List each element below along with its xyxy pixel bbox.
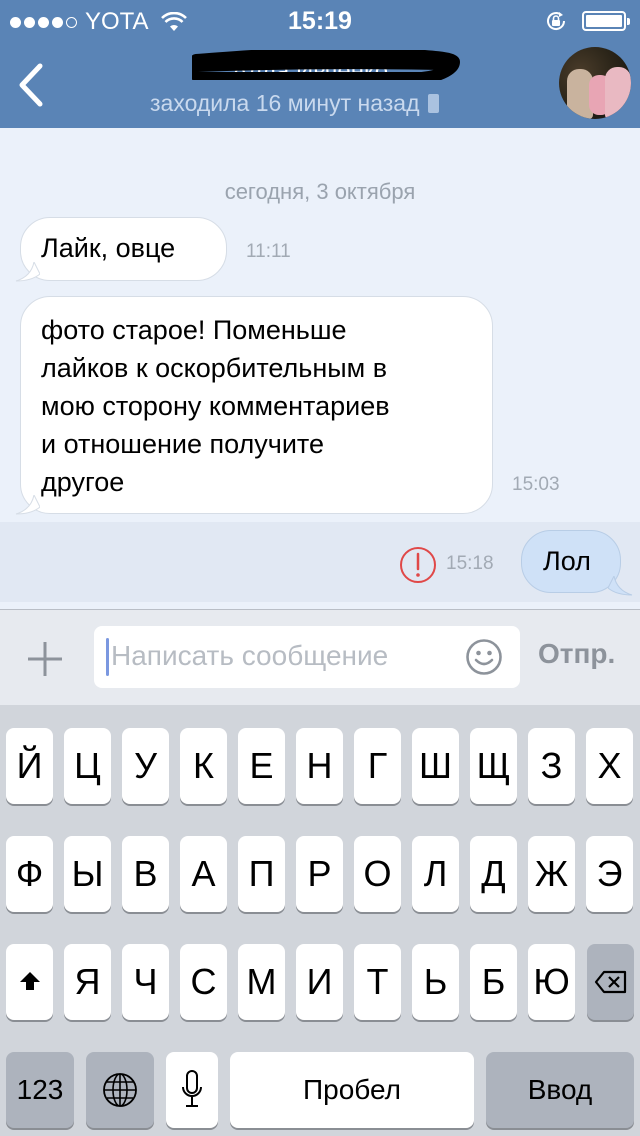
key-в[interactable]: В xyxy=(122,836,169,912)
key-ч[interactable]: Ч xyxy=(122,944,169,1020)
key-и[interactable]: И xyxy=(296,944,343,1020)
key-л[interactable]: Л xyxy=(412,836,459,912)
bubble-tail xyxy=(15,495,40,515)
message-text-line: лайков к оскорбительным в xyxy=(41,353,388,383)
message-input-placeholder: Написать сообщение xyxy=(111,640,389,671)
mobile-device-icon xyxy=(427,94,439,113)
back-button[interactable] xyxy=(12,60,52,110)
text-cursor xyxy=(106,638,109,676)
shift-key[interactable] xyxy=(6,944,53,1020)
microphone-icon xyxy=(182,1070,202,1107)
message-list[interactable]: сегодня, 3 октября Лайк, овце 11:11 фото… xyxy=(0,128,640,609)
key-з[interactable]: З xyxy=(528,728,575,804)
key-х[interactable]: Х xyxy=(586,728,633,804)
attach-plus-icon[interactable] xyxy=(26,640,64,678)
send-error-icon[interactable] xyxy=(399,546,437,584)
key-ш[interactable]: Ш xyxy=(412,728,459,804)
message-text: Лол xyxy=(543,546,591,576)
key-р[interactable]: Р xyxy=(296,836,343,912)
message-time: 15:18 xyxy=(446,553,494,574)
bubble-tail xyxy=(15,262,40,282)
redaction-scribble xyxy=(192,50,460,80)
message-time: 11:11 xyxy=(246,241,291,262)
key-ю[interactable]: Ю xyxy=(528,944,575,1020)
key-г[interactable]: Г xyxy=(354,728,401,804)
dictation-key[interactable] xyxy=(166,1052,218,1128)
message-input[interactable]: Написать сообщение xyxy=(94,626,520,688)
emoji-icon[interactable] xyxy=(465,638,503,676)
incoming-message-bubble[interactable]: фото старое! Поменьше лайков к оскорбите… xyxy=(20,296,493,514)
date-separator: сегодня, 3 октября xyxy=(224,179,416,204)
key-е[interactable]: Е xyxy=(238,728,285,804)
key-ц[interactable]: Ц xyxy=(64,728,111,804)
key-м[interactable]: М xyxy=(238,944,285,1020)
incoming-message-bubble[interactable]: Лайк, овце xyxy=(20,217,227,281)
numbers-key[interactable]: 123 xyxy=(6,1052,74,1128)
message-text-line: другое xyxy=(41,467,125,497)
key-н[interactable]: Н xyxy=(296,728,343,804)
key-о[interactable]: О xyxy=(354,836,401,912)
battery-icon xyxy=(582,11,630,31)
key-с[interactable]: С xyxy=(180,944,227,1020)
keyboard: ЙЦУКЕНГШЩЗХ ФЫВАПРОЛДЖЭ ЯЧСМИТЬБЮ 123 Пр… xyxy=(0,705,640,1136)
key-а[interactable]: А xyxy=(180,836,227,912)
backspace-icon xyxy=(594,970,626,994)
key-б[interactable]: Б xyxy=(470,944,517,1020)
key-й[interactable]: Й xyxy=(6,728,53,804)
message-composer: Написать сообщение Отпр. xyxy=(0,609,640,705)
chat-header: YOTA 15:19 Алла Ивченко заходила 16 мину… xyxy=(0,0,640,128)
last-seen-text: заходила 16 минут назад xyxy=(150,90,420,116)
space-key[interactable]: Пробел xyxy=(230,1052,474,1128)
send-button[interactable]: Отпр. xyxy=(538,638,615,670)
key-у[interactable]: У xyxy=(122,728,169,804)
key-щ[interactable]: Щ xyxy=(470,728,517,804)
key-э[interactable]: Э xyxy=(586,836,633,912)
key-я[interactable]: Я xyxy=(64,944,111,1020)
message-text-line: и отношение получите xyxy=(41,429,325,459)
key-п[interactable]: П xyxy=(238,836,285,912)
key-ф[interactable]: Ф xyxy=(6,836,53,912)
rotation-lock-icon xyxy=(547,12,566,30)
key-ы[interactable]: Ы xyxy=(64,836,111,912)
message-text: Лайк, овце xyxy=(41,233,176,263)
outgoing-message-row[interactable]: 15:18 Лол xyxy=(0,522,640,602)
contact-avatar[interactable] xyxy=(559,47,631,119)
key-д[interactable]: Д xyxy=(470,836,517,912)
key-ь[interactable]: Ь xyxy=(412,944,459,1020)
globe-icon xyxy=(103,1073,137,1107)
message-text-line: мою сторону комментариев xyxy=(41,391,390,421)
key-т[interactable]: Т xyxy=(354,944,401,1020)
status-bar: YOTA 15:19 xyxy=(0,0,640,40)
globe-key[interactable] xyxy=(86,1052,154,1128)
bubble-tail xyxy=(608,576,633,596)
return-key[interactable]: Ввод xyxy=(486,1052,634,1128)
key-к[interactable]: К xyxy=(180,728,227,804)
shift-arrow-icon xyxy=(19,972,40,990)
last-seen-status: заходила 16 минут назад xyxy=(150,90,439,117)
key-ж[interactable]: Ж xyxy=(528,836,575,912)
message-time: 15:03 xyxy=(512,474,560,495)
backspace-key[interactable] xyxy=(587,944,634,1020)
outgoing-message-bubble[interactable]: Лол xyxy=(521,530,621,593)
message-text-line: фото старое! Поменьше xyxy=(41,315,347,345)
